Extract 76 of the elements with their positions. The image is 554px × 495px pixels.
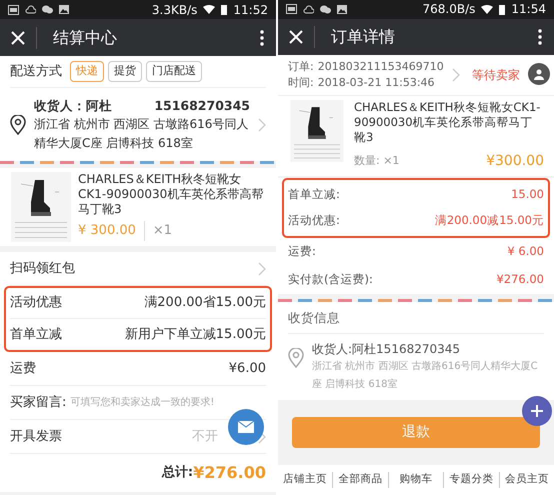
fee-label: 实付款(含运费): (288, 270, 373, 288)
chevron-right-icon (452, 68, 460, 82)
nav-link[interactable]: 专题分类 (443, 472, 499, 488)
promotion-value: 新用户下单立减15.00元 (124, 326, 266, 344)
delivery-option[interactable]: 提货 (108, 61, 142, 82)
plus-icon (531, 405, 543, 417)
page-title: 结算中心 (53, 26, 118, 48)
network-speed: 768.0B/s (422, 1, 476, 18)
fee-value: ¥276.00 (496, 270, 544, 288)
message-label: 买家留言: (10, 394, 66, 412)
cloud-icon (25, 5, 36, 14)
coupon-label: 扫码领红包 (10, 260, 75, 278)
user-icon (533, 68, 545, 80)
clock-time: 11:52 (233, 2, 268, 18)
fee-label: 运费: (288, 242, 316, 260)
product-quantity: 数量: ×1 (354, 152, 400, 169)
more-icon (538, 28, 542, 45)
wifi-icon (203, 5, 216, 14)
more-icon (260, 30, 264, 46)
order-time: 2018-03-21 11:53:46 (318, 74, 435, 91)
order-time-label: 时间: (288, 74, 314, 91)
order-number: 201803211153469710 (318, 58, 444, 75)
invoice-value: 不开 (192, 428, 218, 446)
discount-label: 首单立减: (288, 186, 340, 203)
product-name: CHARLES＆KEITH秋冬短靴女CK1-90900030机车英伦系带高帮马丁靴3 (78, 172, 264, 217)
battery-icon (221, 4, 228, 15)
shipping-value: ¥6.00 (228, 360, 266, 378)
delivery-option[interactable]: 门店配送 (146, 61, 202, 82)
battery-icon (499, 4, 506, 15)
product-price: ¥ 300.00 (78, 221, 145, 240)
chevron-right-icon (258, 118, 266, 132)
clock-time: 11:54 (511, 1, 546, 18)
discount-value: 15.00 (511, 186, 544, 203)
section-title: 收货信息 (288, 302, 544, 334)
recipient-phone: 15168270345 (154, 97, 250, 115)
nav-link[interactable]: 会员主页 (498, 472, 554, 488)
address-text: 浙江省 杭州市 西湖区 古墩路616号同人精华大厦C座 启博科技 618室 (312, 360, 539, 392)
shipping-label: 运费 (10, 360, 36, 378)
location-pin-icon (10, 114, 26, 134)
page-title: 订单详情 (331, 26, 396, 48)
promotion-value: 满200.00省15.00元 (144, 294, 266, 312)
message-field[interactable]: 可填写您和卖家达成一致的要求! (70, 395, 266, 410)
chat-icon (320, 4, 331, 14)
total-value: ¥276.00 (193, 462, 266, 484)
nav-link[interactable]: 全部商品 (332, 472, 388, 488)
chevron-right-icon (258, 262, 266, 276)
close-icon (289, 30, 303, 44)
chat-icon (42, 5, 53, 14)
product-name: CHARLES＆KEITH秋冬短靴女CK1-90900030机车英伦系带高帮马丁靴3 (354, 100, 542, 145)
order-status: 等待卖家 (472, 66, 520, 84)
invoice-label: 开具发票 (10, 428, 62, 446)
notification-icon (8, 4, 19, 14)
product-price: ¥300.00 (486, 152, 544, 171)
delivery-label: 配送方式 (10, 62, 62, 81)
wifi-icon (481, 4, 494, 14)
fee-value: ¥ 6.00 (507, 242, 544, 260)
location-pin-icon (288, 348, 304, 368)
notification-icon (286, 4, 297, 14)
recipient-info: 收货人:阿杜15168270345 (312, 341, 462, 358)
close-icon (11, 30, 25, 44)
image-icon (337, 4, 347, 14)
discount-value: 满200.00减15.00元 (434, 212, 544, 229)
promotion-label: 首单立减 (10, 326, 62, 344)
network-speed: 3.3KB/s (152, 2, 198, 18)
nav-link[interactable]: 店铺主页 (278, 472, 332, 488)
total-label: 总计: (162, 464, 194, 482)
order-number-label: 订单: (288, 58, 314, 75)
product-quantity: ×1 (152, 222, 172, 240)
promotion-label: 活动优惠 (10, 294, 62, 312)
nav-link[interactable]: 购物车 (388, 472, 444, 488)
recipient-name: 收货人：阿杜 (34, 97, 112, 115)
discount-label: 活动优惠: (288, 212, 340, 229)
mail-icon (238, 421, 254, 433)
image-icon (59, 5, 69, 14)
cloud-icon (303, 4, 314, 14)
address-text: 浙江省 杭州市 西湖区 古墩路616号同人精华大厦C座 启博科技 618室 (34, 116, 250, 152)
